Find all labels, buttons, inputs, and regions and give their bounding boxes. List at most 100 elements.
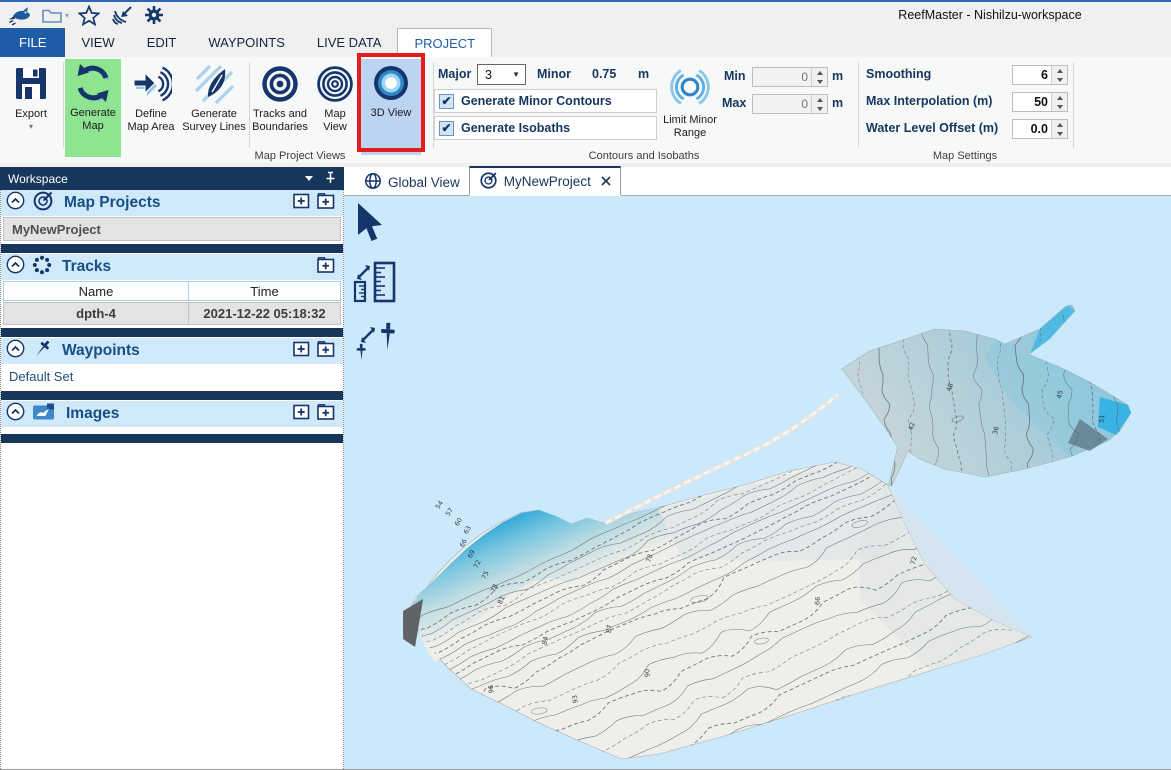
generate-survey-lines-button[interactable]: Generate Survey Lines	[181, 60, 247, 134]
collapse-button[interactable]	[6, 255, 25, 279]
sidebar-empty-area	[1, 444, 343, 769]
svg-text:63: 63	[462, 524, 473, 535]
export-label: Export	[15, 108, 47, 121]
section-header-waypoints[interactable]: Waypoints	[1, 338, 343, 364]
section-header-map-projects[interactable]: Map Projects	[1, 190, 343, 216]
major-label: Major	[438, 67, 471, 81]
map-projects-title: Map Projects	[64, 194, 160, 212]
tab-mynewproject-label: MyNewProject	[504, 174, 591, 189]
define-map-area-button[interactable]: Define Map Area	[123, 60, 179, 134]
select-caret-icon: ▼	[512, 70, 520, 79]
app-logo-fish-icon	[7, 4, 31, 26]
tracks-table-header[interactable]: Name Time	[3, 281, 341, 301]
major-contour-select[interactable]: 3 ▼	[477, 64, 526, 85]
waypoints-pin-icon	[32, 338, 52, 365]
menu-live-data[interactable]: LIVE DATA	[301, 28, 398, 57]
limit-minor-range-button[interactable]: Limit Minor Range	[659, 64, 721, 141]
track-time: 2021-12-22 05:18:32	[189, 302, 341, 325]
generate-isobaths-checkbox[interactable]: ✔ Generate Isobaths	[434, 116, 657, 140]
max-spinner[interactable]: 0	[752, 94, 828, 114]
generate-map-sync-icon	[73, 59, 113, 106]
map-project-item[interactable]: MyNewProject	[3, 217, 341, 241]
add-map-project-button[interactable]	[293, 193, 310, 214]
track-row[interactable]: dpth-4 2021-12-22 05:18:32	[3, 302, 341, 325]
tab-global-view[interactable]: Global View	[355, 169, 469, 195]
scale-ruler-tool-icon[interactable]	[353, 261, 399, 308]
main-area: Workspace Map Projects	[0, 163, 1171, 769]
pin-panel-icon[interactable]	[325, 171, 336, 187]
tab-mynewproject[interactable]: MyNewProject	[469, 166, 621, 196]
spinner-buttons[interactable]	[1051, 120, 1067, 138]
group-label-contours-isobaths: Contours and Isobaths	[434, 150, 854, 162]
add-image-button[interactable]	[293, 404, 310, 425]
ribbon-group-separator	[1073, 62, 1074, 148]
define-map-area-label: Define Map Area	[123, 108, 179, 134]
add-waypoint-set-button[interactable]	[293, 341, 310, 362]
column-header-name[interactable]: Name	[3, 281, 189, 301]
section-header-images[interactable]: Images	[1, 401, 343, 427]
sonar-import-icon[interactable]	[109, 4, 134, 26]
generate-map-button[interactable]: Generate Map	[65, 59, 121, 157]
max-interpolation-spinner[interactable]: 50	[1012, 92, 1068, 112]
close-tab-icon[interactable]	[601, 174, 611, 189]
spinner-buttons[interactable]	[1051, 66, 1067, 84]
collapse-button[interactable]	[6, 191, 25, 215]
water-level-offset-value: 0.0	[1013, 120, 1051, 138]
section-divider	[1, 432, 343, 444]
export-dropdown-caret-icon[interactable]: ▾	[29, 122, 33, 131]
smoothing-spinner[interactable]: 6	[1012, 65, 1068, 85]
spinner-buttons[interactable]	[811, 95, 827, 113]
favorites-star-icon[interactable]	[78, 5, 100, 26]
generate-minor-contours-checkbox[interactable]: ✔ Generate Minor Contours	[434, 89, 657, 113]
view-toolbar	[353, 203, 399, 370]
title-bar: ▾ ReefMaster - Nishilzu-workspace	[0, 0, 1171, 28]
menu-edit[interactable]: EDIT	[131, 28, 193, 57]
max-label: Max	[722, 96, 746, 110]
tracks-title: Tracks	[62, 258, 111, 276]
workspace-header[interactable]: Workspace	[0, 167, 344, 190]
spinner-buttons[interactable]	[1051, 93, 1067, 111]
import-image-button[interactable]	[317, 404, 335, 425]
settings-gear-icon[interactable]	[143, 4, 165, 26]
column-header-time[interactable]: Time	[189, 281, 341, 301]
three-d-view-button[interactable]: 3D View	[361, 59, 421, 155]
scale-waypoint-tool-icon[interactable]	[353, 321, 399, 370]
images-icon	[32, 403, 56, 426]
water-level-offset-spinner[interactable]: 0.0	[1012, 119, 1068, 139]
svg-text:60: 60	[453, 516, 464, 527]
svg-text:66: 66	[813, 596, 822, 605]
menu-file[interactable]: FILE	[0, 28, 65, 57]
limit-minor-range-icon	[666, 64, 714, 114]
open-workspace-icon[interactable]: ▾	[40, 5, 69, 25]
minor-label: Minor	[537, 67, 571, 81]
window-title: ReefMaster - Nishilzu-workspace	[830, 8, 1150, 22]
max-interpolation-value: 50	[1013, 93, 1051, 111]
waypoint-set-item[interactable]: Default Set	[1, 364, 343, 389]
collapse-button[interactable]	[6, 402, 25, 426]
ribbon: Export ▾ Generate Map Define Map Area Ge…	[0, 57, 1171, 164]
map-view-button[interactable]: Map View	[311, 60, 359, 134]
import-waypoints-button[interactable]	[317, 341, 335, 362]
three-d-view-canvas[interactable]: 5457606366697275788184879093967872663642…	[344, 196, 1171, 769]
smoothing-value: 6	[1013, 66, 1051, 84]
menu-view[interactable]: VIEW	[65, 28, 130, 57]
import-track-button[interactable]	[317, 257, 335, 278]
section-header-tracks[interactable]: Tracks	[1, 254, 343, 280]
svg-text:51: 51	[1097, 414, 1106, 424]
tracks-and-boundaries-button[interactable]: Tracks and Boundaries	[251, 60, 309, 134]
tracks-and-boundaries-icon	[260, 60, 300, 107]
select-cursor-tool-icon[interactable]	[353, 203, 399, 248]
min-spinner[interactable]: 0	[752, 67, 828, 87]
import-map-project-button[interactable]	[317, 193, 335, 214]
section-divider	[1, 389, 343, 401]
workspace-menu-caret-icon[interactable]	[305, 176, 313, 181]
section-divider	[1, 326, 343, 338]
menu-waypoints[interactable]: WAYPOINTS	[192, 28, 301, 57]
spinner-buttons[interactable]	[811, 68, 827, 86]
export-button[interactable]: Export ▾	[2, 60, 60, 131]
collapse-button[interactable]	[6, 339, 25, 363]
menu-bar: FILE VIEW EDIT WAYPOINTS LIVE DATA PROJE…	[0, 28, 1171, 57]
menu-project[interactable]: PROJECT	[397, 28, 492, 57]
svg-text:96: 96	[487, 685, 496, 694]
tracks-and-boundaries-label: Tracks and Boundaries	[251, 108, 309, 134]
